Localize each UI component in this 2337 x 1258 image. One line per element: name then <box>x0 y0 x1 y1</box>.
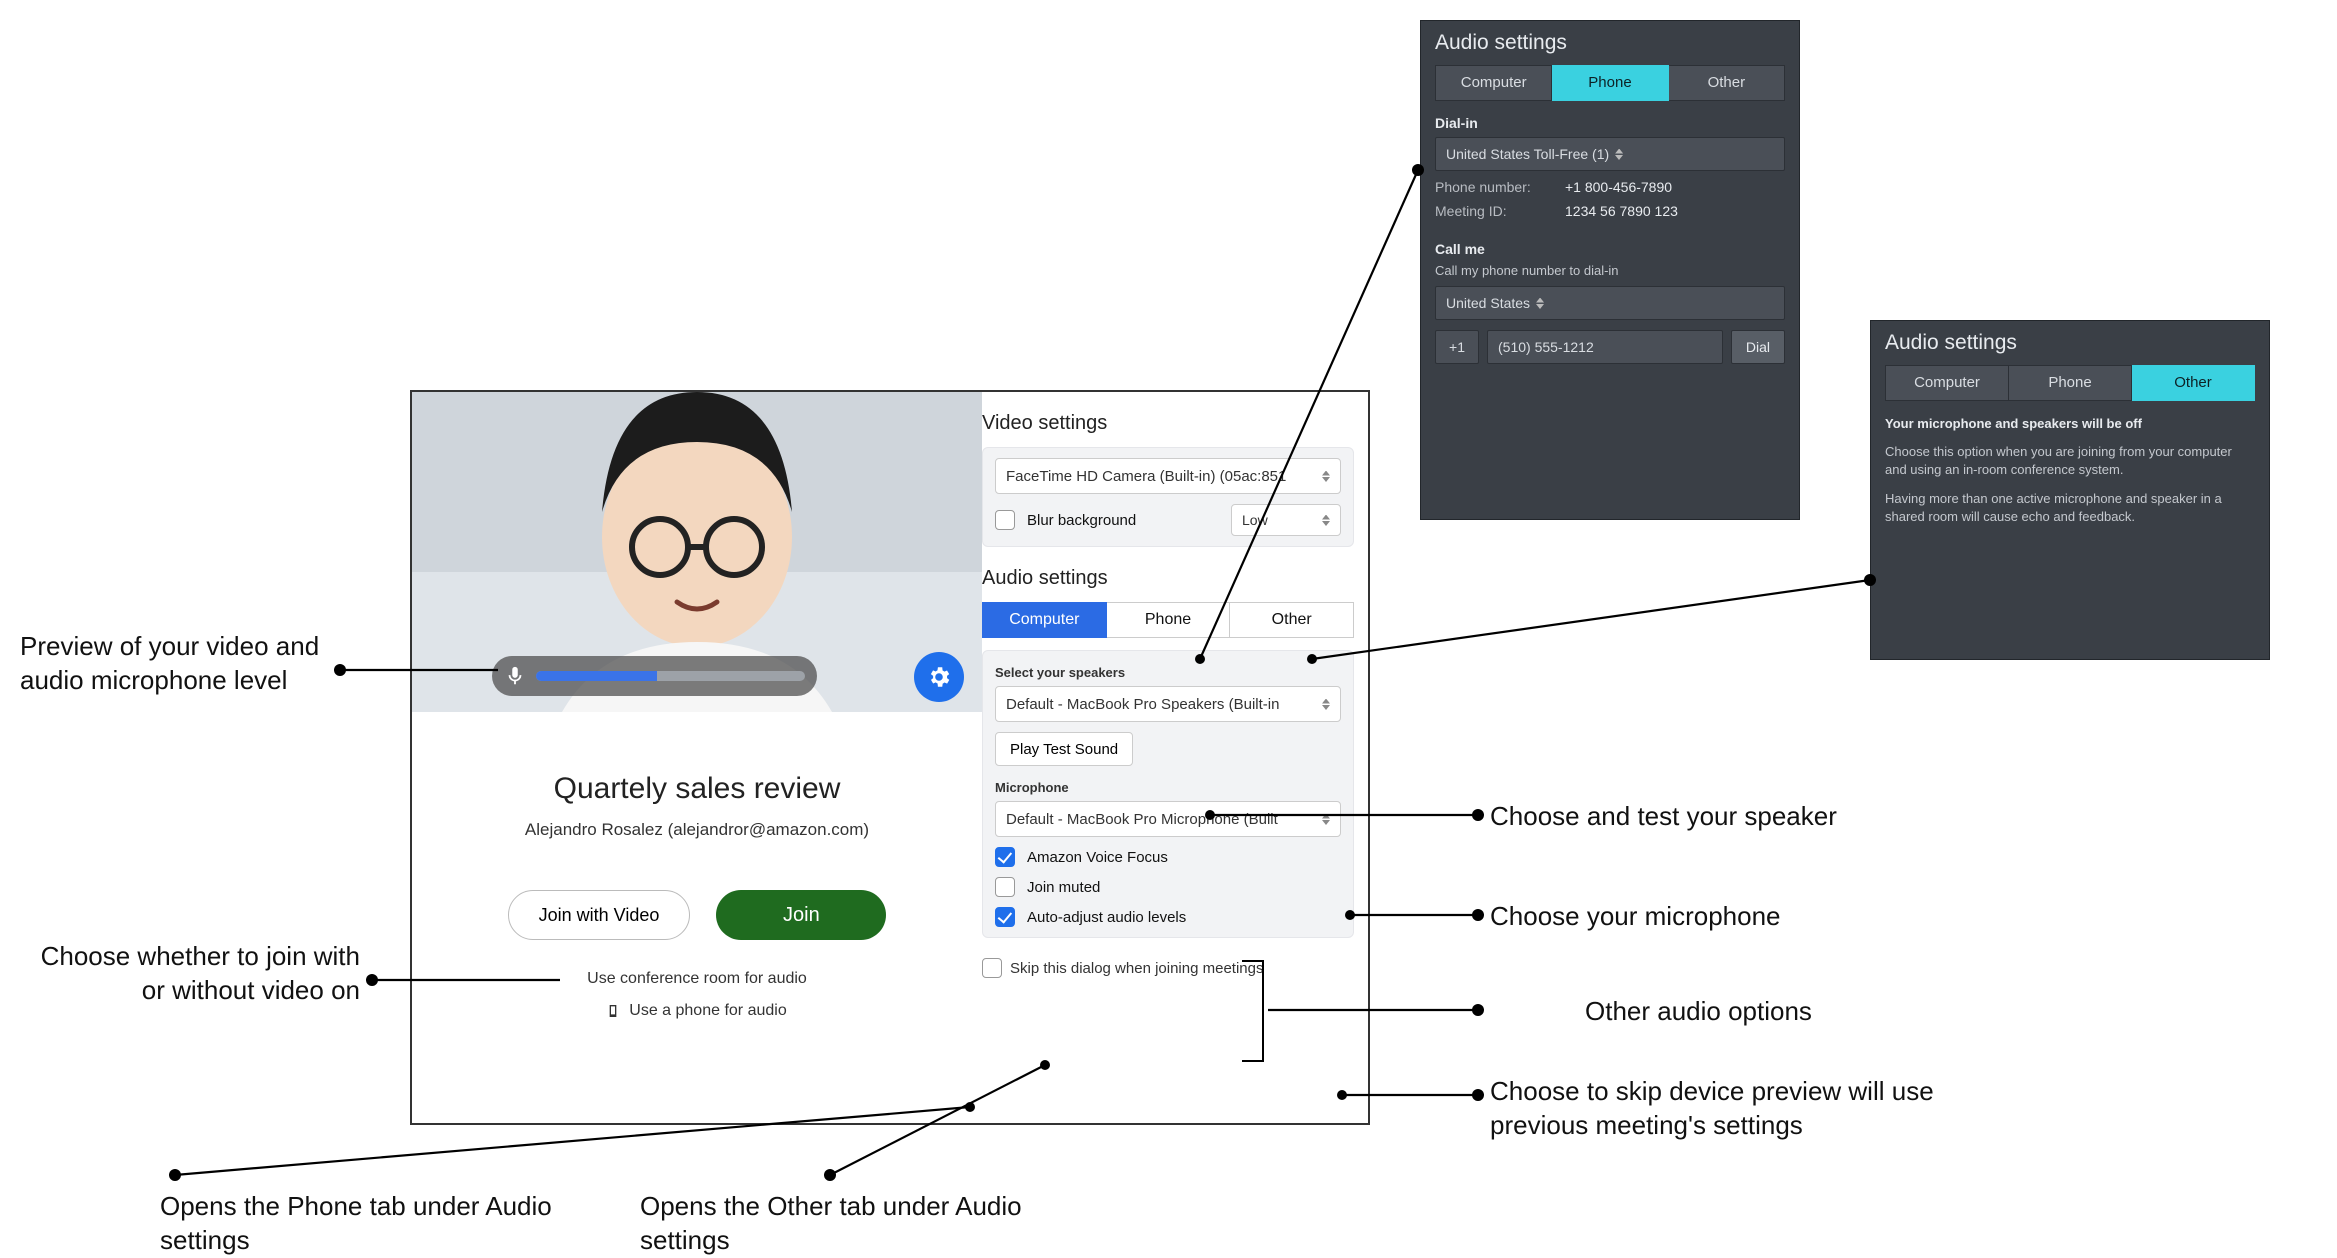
use-phone-link-label: Use a phone for audio <box>629 1002 786 1020</box>
stepper-icon <box>1322 515 1330 526</box>
other-p1: Choose this option when you are joining … <box>1885 443 2255 479</box>
callout-opts: Other audio options <box>1585 995 1812 1029</box>
blur-level-select[interactable]: Low <box>1231 504 1341 536</box>
microphone-select[interactable]: Default - MacBook Pro Microphone (Built <box>995 801 1341 837</box>
left-pane: Quartely sales review Alejandro Rosalez … <box>412 392 982 1123</box>
microphone-label: Microphone <box>995 780 1341 795</box>
callout-mic: Choose your microphone <box>1490 900 1781 934</box>
speaker-select[interactable]: Default - MacBook Pro Speakers (Built-in <box>995 686 1341 722</box>
microphone-select-value: Default - MacBook Pro Microphone (Built <box>1006 811 1316 828</box>
callme-sub: Call my phone number to dial-in <box>1435 263 1785 278</box>
audio-settings-panel: Select your speakers Default - MacBook P… <box>982 650 1354 938</box>
dtab-phone[interactable]: Phone <box>1552 65 1668 101</box>
join-button[interactable]: Join <box>716 890 886 940</box>
dtab-phone[interactable]: Phone <box>2009 365 2132 401</box>
skip-dialog-label: Skip this dialog when joining meetings <box>1010 960 1263 977</box>
panel-title: Audio settings <box>1435 31 1785 55</box>
right-pane: Video settings FaceTime HD Camera (Built… <box>982 392 1372 1123</box>
blur-label: Blur background <box>1027 512 1136 529</box>
callout-preview: Preview of your video and audio micropho… <box>20 630 360 698</box>
join-with-video-button[interactable]: Join with Video <box>508 890 691 940</box>
camera-select-value: FaceTime HD Camera (Built-in) (05ac:851 <box>1006 468 1316 485</box>
voice-focus-checkbox[interactable] <box>995 847 1015 867</box>
dtab-other[interactable]: Other <box>1669 65 1785 101</box>
tab-other[interactable]: Other <box>1230 602 1354 638</box>
stepper-icon <box>1322 814 1330 825</box>
dtab-computer[interactable]: Computer <box>1885 365 2009 401</box>
callout-phone-tab: Opens the Phone tab under Audio settings <box>160 1190 580 1258</box>
meeting-id-value: 1234 56 7890 123 <box>1565 203 1678 219</box>
speakers-label: Select your speakers <box>995 665 1341 680</box>
device-preview-dialog: Quartely sales review Alejandro Rosalez … <box>410 390 1370 1125</box>
tab-phone[interactable]: Phone <box>1107 602 1231 638</box>
video-settings-heading: Video settings <box>982 412 1354 435</box>
gear-icon <box>926 664 952 690</box>
stepper-icon <box>1615 149 1623 160</box>
country-code-input[interactable]: +1 <box>1435 330 1479 364</box>
callme-country-value: United States <box>1446 295 1530 311</box>
stepper-icon <box>1536 298 1544 309</box>
callout-other-tab: Opens the Other tab under Audio settings <box>640 1190 1060 1258</box>
speaker-select-value: Default - MacBook Pro Speakers (Built-in <box>1006 696 1316 713</box>
callout-join-choice: Choose whether to join with or without v… <box>40 940 360 1008</box>
play-test-sound-button[interactable]: Play Test Sound <box>995 732 1133 766</box>
blur-checkbox[interactable] <box>995 510 1015 530</box>
camera-select[interactable]: FaceTime HD Camera (Built-in) (05ac:851 <box>995 458 1341 494</box>
phone-number-key: Phone number: <box>1435 179 1565 195</box>
phone-number-input[interactable]: (510) 555-1212 <box>1487 330 1723 364</box>
skip-dialog-checkbox[interactable] <box>982 958 1002 978</box>
audio-tabs: Computer Phone Other <box>982 602 1354 638</box>
other-bold-note: Your microphone and speakers will be off <box>1885 415 2255 433</box>
camera-preview <box>412 392 982 712</box>
options-bracket <box>1242 960 1264 1062</box>
dtab-other[interactable]: Other <box>2132 365 2255 401</box>
mic-level-track <box>536 671 805 681</box>
dialin-country-select[interactable]: United States Toll-Free (1) <box>1435 137 1785 171</box>
callout-skip: Choose to skip device preview will use p… <box>1490 1075 2030 1143</box>
voice-focus-label: Amazon Voice Focus <box>1027 849 1168 866</box>
stepper-icon <box>1322 471 1330 482</box>
other-p2: Having more than one active microphone a… <box>1885 490 2255 526</box>
tab-computer[interactable]: Computer <box>982 602 1107 638</box>
mic-level-bar <box>492 656 817 696</box>
audio-settings-heading: Audio settings <box>982 567 1354 590</box>
auto-adjust-label: Auto-adjust audio levels <box>1027 909 1186 926</box>
dialin-country-value: United States Toll-Free (1) <box>1446 146 1609 162</box>
audio-settings-other-panel: Audio settings Computer Phone Other Your… <box>1870 320 2270 660</box>
auto-adjust-checkbox[interactable] <box>995 907 1015 927</box>
panel-title: Audio settings <box>1885 331 2255 355</box>
phone-icon <box>607 1003 623 1019</box>
dialin-heading: Dial-in <box>1435 115 1785 131</box>
callme-country-select[interactable]: United States <box>1435 286 1785 320</box>
callout-speaker: Choose and test your speaker <box>1490 800 1837 834</box>
audio-settings-phone-panel: Audio settings Computer Phone Other Dial… <box>1420 20 1800 520</box>
dial-button[interactable]: Dial <box>1731 330 1785 364</box>
join-muted-label: Join muted <box>1027 879 1100 896</box>
dtab-computer[interactable]: Computer <box>1435 65 1552 101</box>
meeting-id-key: Meeting ID: <box>1435 203 1565 219</box>
use-phone-link[interactable]: Use a phone for audio <box>607 1002 786 1020</box>
meeting-organizer: Alejandro Rosalez (alejandror@amazon.com… <box>412 820 982 840</box>
callme-heading: Call me <box>1435 241 1785 257</box>
use-conference-room-link[interactable]: Use conference room for audio <box>412 970 982 988</box>
meeting-title: Quartely sales review <box>412 772 982 806</box>
microphone-icon <box>504 665 526 687</box>
phone-number-value: +1 800-456-7890 <box>1565 179 1672 195</box>
blur-level-value: Low <box>1242 512 1316 528</box>
join-muted-checkbox[interactable] <box>995 877 1015 897</box>
settings-button[interactable] <box>914 652 964 702</box>
video-settings-panel: FaceTime HD Camera (Built-in) (05ac:851 … <box>982 447 1354 547</box>
stepper-icon <box>1322 699 1330 710</box>
